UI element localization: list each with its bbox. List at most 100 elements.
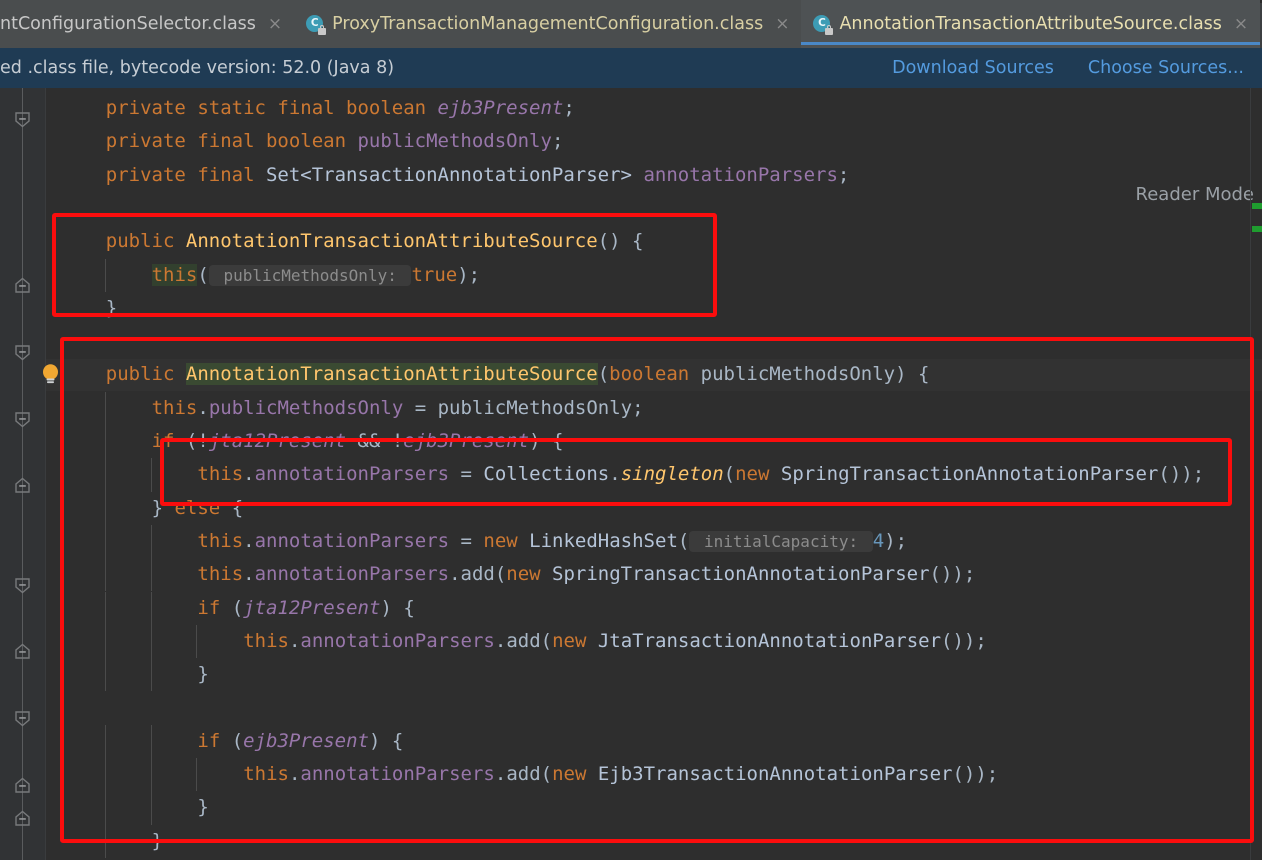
banner-message: ed .class file, bytecode version: 52.0 (… [0,58,395,78]
code-token: final [197,163,266,186]
indent-guide [150,624,152,659]
indent-guide [104,724,106,758]
code-token: AnnotationTransactionAttributeSource [185,230,598,253]
tab-close-icon[interactable]: × [775,15,789,33]
code-token: Set<TransactionAnnotationParser> [265,163,644,186]
code-token: ) { [369,729,404,752]
code-editor[interactable]: private static final boolean ejb3Present… [0,88,1262,860]
code-token: SpringTransactionAnnotationParser [552,563,930,586]
reader-mode-label[interactable]: Reader Mode [1136,184,1254,205]
code-token: this [243,763,289,785]
code-token: final [197,130,266,153]
code-token: ( [197,263,209,286]
code-token: = [449,529,484,552]
code-token: ( [723,463,736,486]
code-token: JtaTransactionAnnotationParser [597,629,942,652]
tab-close-icon[interactable]: × [268,15,282,33]
code-token: ; [632,396,644,419]
code-token: private [105,130,198,153]
indent-guide [150,791,152,825]
download-sources-link[interactable]: Download Sources [892,58,1054,78]
code-line: public AnnotationTransactionAttributeSou… [106,225,644,258]
code-token: annotationParsers [254,463,450,486]
code-line: } else { [152,492,244,525]
code-token: publicMethodsOnly [437,396,633,419]
code-token: annotationParsers [643,163,838,186]
code-token: jta12Present [243,596,381,619]
code-token: if [197,729,232,752]
code-line: private static final boolean ejb3Present… [106,92,575,125]
code-token: ejb3Present [437,97,564,119]
code-token: . [288,763,301,785]
tab-close-icon[interactable]: × [1234,15,1248,33]
code-token: else [174,496,221,519]
code-token: } [105,296,118,319]
code-line: this.annotationParsers.add(new Ejb3Trans… [243,758,998,791]
code-line: if (jta12Present) { [197,592,414,625]
code-line: this.annotationParsers = new LinkedHashS… [197,525,907,558]
code-token: } [197,796,209,819]
editor-tab-1[interactable]: C ProxyTransactionManagementConfiguration… [294,0,802,48]
code-token: ( [597,363,610,386]
code-token: this [243,629,289,652]
code-token: AnnotationTransactionAttributeSource [185,363,598,386]
code-token: publicMethodsOnly [700,363,896,386]
code-token: private [105,163,198,186]
code-token: final [277,97,347,119]
code-token: . [243,563,255,586]
editor-tab-bar: ntConfigurationSelector.class × C ProxyTran… [0,0,1262,48]
code-token: ); [457,263,481,286]
code-token: boolean [346,97,438,119]
indent-guide [104,624,106,659]
code-line: } [152,825,163,858]
code-token: jta12Present [208,430,347,452]
code-token: && ! [346,430,404,452]
code-token: new [552,763,598,785]
error-stripe-marker[interactable] [1252,226,1262,232]
indent-guide [196,624,198,659]
code-token: } [151,829,164,852]
code-token: annotationParsers [300,629,495,652]
editor-tab-2[interactable]: C AnnotationTransactionAttributeSource.cl… [801,0,1261,48]
indent-guide [104,491,106,525]
code-token: ; [837,163,850,186]
editor-tab-0[interactable]: ntConfigurationSelector.class × [0,0,295,48]
code-token: initialCapacity: [689,530,873,552]
code-line: this.publicMethodsOnly = publicMethodsOn… [152,392,644,425]
code-token: static [197,97,278,119]
indent-guide [104,558,106,592]
code-line: } [106,292,117,325]
code-token: { [220,496,244,519]
code-token: ( [231,729,244,752]
code-line: this.annotationParsers = Collections.sin… [197,458,1204,491]
code-token: ()); [941,629,987,652]
code-token: ejb3Present [403,430,530,452]
indent-guide [104,391,106,425]
code-token: if [151,430,186,452]
code-token: private [105,97,198,119]
code-token: ; [551,130,564,153]
code-token: this [197,463,244,486]
error-stripe-rail[interactable] [1250,88,1251,860]
code-text[interactable]: private static final boolean ejb3Present… [0,88,1262,860]
code-token: ) { [895,363,930,386]
code-token: public [105,230,186,253]
code-line: private final Set<TransactionAnnotationP… [106,159,850,192]
code-token: publicMethodsOnly [208,396,404,419]
code-token: = [449,463,484,486]
code-token: ) { [529,430,564,452]
code-token: Collections [483,463,610,486]
code-line: } [197,658,208,691]
code-token: new [552,629,598,652]
code-token: boolean [609,363,701,386]
code-token: this [151,263,198,286]
code-token: if [197,596,232,619]
error-stripe-marker[interactable] [1252,203,1262,209]
code-token: boolean [265,130,358,153]
code-token: new [483,529,530,552]
choose-sources-link[interactable]: Choose Sources... [1088,58,1244,78]
code-token: ; [563,97,575,119]
code-token: public [105,363,186,386]
code-line: if (ejb3Present) { [197,725,403,758]
indent-guide [104,425,106,459]
